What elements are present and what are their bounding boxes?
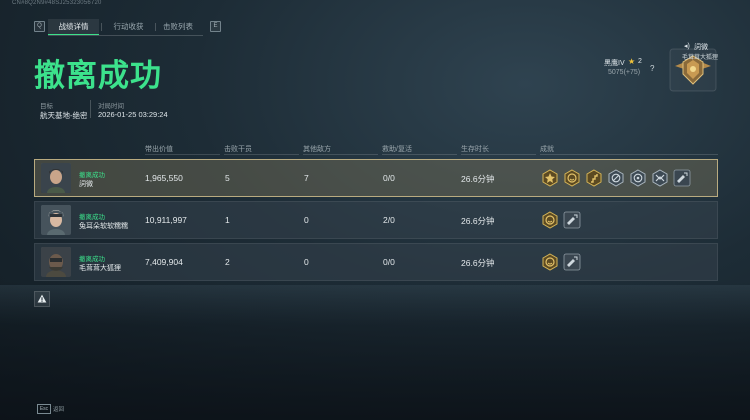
warning-icon[interactable] [34, 291, 50, 307]
player-name: 兔耳朵软软糯糯 [79, 223, 128, 230]
header-underline [303, 154, 378, 155]
gold-stairs-medal-icon[interactable] [585, 169, 603, 187]
tab-kill-list[interactable]: 击败列表 [154, 19, 202, 34]
assist-revive: 0/0 [383, 257, 395, 267]
weapon-upgrade-icon[interactable] [563, 253, 581, 271]
tab-divider [101, 23, 102, 31]
header-underline [382, 154, 457, 155]
operator-avatar [41, 205, 71, 235]
gold-star-medal-icon[interactable] [541, 169, 559, 187]
back-label[interactable]: 返回 [53, 405, 64, 413]
match-time-value: 2026-01-25 03:29:24 [98, 110, 168, 119]
assist-revive: 2/0 [383, 215, 395, 225]
header-underline [224, 154, 299, 155]
header-underline [540, 154, 718, 155]
assist-revive: 0/0 [383, 173, 395, 183]
meta-divider [90, 100, 91, 118]
col-header-operator-kills: 击败干员 [224, 146, 252, 153]
survival-time: 26.6分钟 [461, 216, 495, 226]
player-name: 毛茸茸大狐狸 [79, 265, 121, 272]
tab-next-key[interactable]: E [210, 21, 221, 32]
gold-smile-medal-icon[interactable] [541, 211, 559, 229]
esc-key-hint[interactable]: Esc [37, 404, 51, 414]
rank-score: 5075(+75) [608, 69, 641, 76]
extract-value: 10,911,997 [145, 215, 187, 225]
tab-underline [48, 35, 203, 36]
gold-smile-medal-icon[interactable] [563, 169, 581, 187]
table-row[interactable]: 撤离成功 毛茸茸大狐狸 7,409,904 2 0 0/0 26.6分钟 [34, 243, 718, 281]
star-icon: ★ [628, 57, 636, 66]
weapon-upgrade-icon[interactable] [563, 211, 581, 229]
player-name: 詞微 [79, 181, 93, 188]
col-header-extract-value: 带出价值 [145, 146, 173, 153]
table-row[interactable]: 撤离成功 詞微 1,965,550 5 7 0/0 26.6分钟 [34, 159, 718, 197]
result-title: 撤离成功 [34, 58, 162, 94]
col-header-survival-time: 生存时长 [461, 146, 489, 153]
table-row[interactable]: 撤离成功 兔耳朵软软糯糯 10,911,997 1 0 2/0 26.6分钟 [34, 201, 718, 239]
extract-status: 撤离成功 [79, 172, 105, 179]
match-time-label: 对局时间 [98, 103, 124, 110]
rank-name: 黑鹰IV [604, 60, 625, 67]
help-icon[interactable]: ? [650, 64, 654, 73]
other-enemies: 7 [304, 173, 309, 183]
col-header-assist-revive: 救助/复活 [382, 146, 412, 153]
other-enemies: 0 [304, 215, 309, 225]
survival-time: 26.6分钟 [461, 174, 495, 184]
user-watermark: CN#8Q2N9#48SJ25323056720 [12, 0, 102, 6]
silver-wing-medal-icon[interactable] [651, 169, 669, 187]
silver-no-kill-medal-icon[interactable] [607, 169, 625, 187]
operator-avatar [41, 163, 71, 193]
tab-action-rewards[interactable]: 行动收获 [103, 19, 154, 34]
header-underline [145, 154, 220, 155]
operator-avatar [41, 247, 71, 277]
silver-target-medal-icon[interactable] [629, 169, 647, 187]
header-underline [461, 154, 536, 155]
background-shade [0, 280, 750, 420]
tab-battle-details[interactable]: 战绩详情 [48, 19, 99, 35]
player-tag: 毛茸茸大狐狸 [682, 55, 719, 61]
survival-time: 26.6分钟 [461, 258, 495, 268]
gold-smile-medal-icon[interactable] [541, 253, 559, 271]
extract-status: 撤离成功 [79, 256, 105, 263]
extract-status: 撤离成功 [79, 214, 105, 221]
weapon-upgrade-icon[interactable] [673, 169, 691, 187]
extract-value: 7,409,904 [145, 257, 183, 267]
target-label: 目标 [40, 103, 53, 110]
col-header-other-enemies: 其他敌方 [303, 146, 331, 153]
target-value: 航天基地-绝密 [40, 111, 88, 120]
rank-level: 2 [638, 58, 642, 65]
tab-prev-key[interactable]: Q [34, 21, 45, 32]
other-enemies: 0 [304, 257, 309, 267]
operator-kills: 5 [225, 173, 230, 183]
extract-value: 1,965,550 [145, 173, 183, 183]
col-header-achievements: 成就 [540, 146, 554, 153]
operator-kills: 1 [225, 215, 230, 225]
operator-kills: 2 [225, 257, 230, 267]
